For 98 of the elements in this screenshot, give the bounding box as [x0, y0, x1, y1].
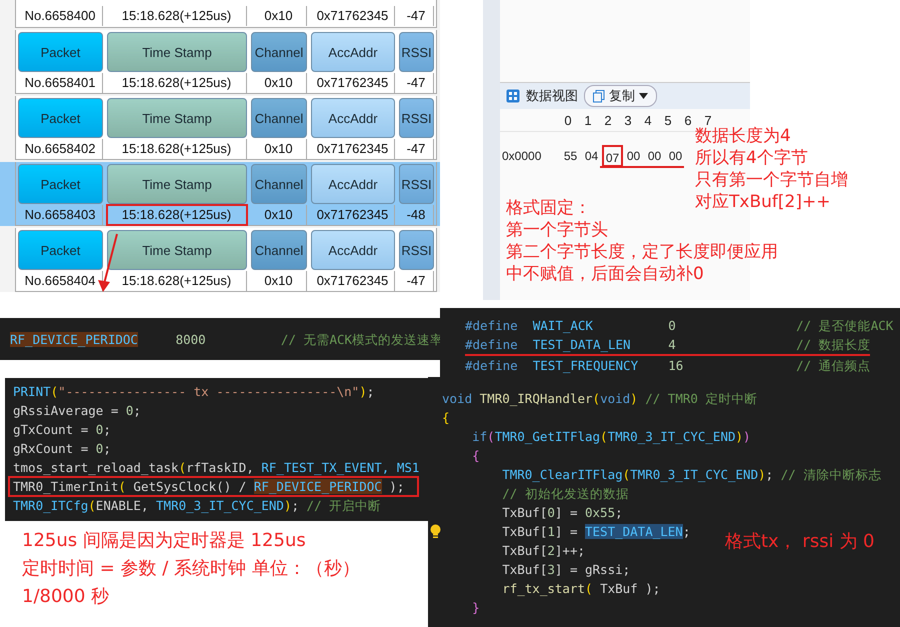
caret-icon [639, 93, 648, 99]
column-header-button[interactable]: AccAddr [311, 32, 395, 72]
annotation-text: 1/8000 秒 [22, 585, 110, 609]
column-header-button[interactable]: Time Stamp [107, 164, 247, 204]
column-header-button[interactable]: Packet [18, 164, 103, 204]
column-header-button[interactable]: RSSI [399, 164, 434, 204]
code-line: { [442, 409, 450, 427]
annotation-text: 125us 间隔是因为定时器是 125us [22, 529, 307, 553]
column-header: 3 [623, 112, 633, 128]
annotation-text: 对应TxBuf[2]++ [695, 191, 830, 213]
table-cell: 15:18.628(+125us) [107, 205, 247, 225]
code-line: TMR0_TimerInit( GetSysClock() / RF_DEVICE_PERIDOC ); [9, 477, 418, 496]
column-header: 6 [683, 112, 693, 128]
annotation-text: 数据长度为4 [695, 125, 791, 147]
table-cell: No.6658401 [18, 73, 103, 93]
annotation-text: 格式固定： [506, 197, 591, 219]
table-cell: No.6658403 [18, 205, 103, 225]
copy-icon [593, 90, 605, 102]
table-cell: 0x10 [251, 205, 307, 225]
annotation-text: 只有第一个字节自增 [695, 169, 848, 191]
byte-cell-text: 55 [562, 148, 578, 165]
column-header: 1 [583, 112, 593, 128]
code-line: gTxCount = 0; [13, 421, 112, 439]
code-line: #define TEST_DATA_LEN 4 // 数据长度 [465, 335, 870, 356]
column-header-button[interactable]: Time Stamp [107, 230, 247, 270]
column-header-button[interactable]: RSSI [399, 32, 434, 72]
table-cell: 15:18.628(+125us) [107, 73, 247, 93]
column-header-button[interactable]: AccAddr [311, 230, 395, 270]
byte-cell-text: 00 [646, 148, 662, 165]
table-cell: -48 [399, 205, 434, 225]
table-cell: 0x71762345 [311, 271, 395, 291]
column-header-button[interactable]: Channel [251, 98, 307, 138]
table-cell: -47 [399, 139, 434, 159]
code-line: #define WAIT_ACK 0 // 是否使能ACK [465, 317, 894, 335]
annotation-text: 第二个字节长度，定了长度即便应用 [506, 241, 778, 263]
code-line: } [471, 599, 480, 617]
table-cell: 0x10 [251, 6, 307, 26]
column-header-button[interactable]: RSSI [399, 98, 434, 138]
table-cell: 15:18.628(+125us) [107, 139, 247, 159]
annotation-text: 所以有4个字节 [695, 147, 808, 169]
byte-cell-text: 04 [584, 148, 600, 165]
code-line: void TMR0_IRQHandler(void) // TMR0 定时中断 [442, 390, 758, 408]
table-cell: No.6658400 [18, 6, 103, 26]
column-header: 4 [643, 112, 653, 128]
column-header-button[interactable]: Time Stamp [107, 32, 247, 72]
code-line: TxBuf[0] = 0x55; [501, 504, 623, 522]
table-cell: 0x71762345 [311, 6, 395, 26]
code-line: TxBuf[2]++; [501, 542, 585, 560]
code-line: TMR0_ClearITFlag(TMR0_3_IT_CYC_END); // 清除中断标志 [501, 466, 882, 484]
copy-button[interactable]: 复制 [584, 85, 657, 107]
column-header-button[interactable]: Channel [251, 230, 307, 270]
byte-cell-text: 00 [626, 148, 642, 165]
annotation-text: 格式tx， rssi 为 0 [725, 531, 874, 553]
column-header: 7 [703, 112, 712, 128]
column-header-button[interactable]: AccAddr [311, 98, 395, 138]
annotation-text: 中不赋值，后面会自动补0 [506, 263, 704, 285]
column-header: 0 [563, 112, 573, 128]
code-line: TxBuf[3] = gRssi; [501, 561, 630, 579]
code-line: TxBuf[1] = TEST_DATA_LEN; [501, 523, 690, 541]
table-cell: 0x10 [251, 271, 307, 291]
column-header-button[interactable]: Channel [251, 32, 307, 72]
code-line: #define TEST_FREQUENCY 16 // 通信频点 [465, 357, 872, 375]
column-header-button[interactable]: Packet [18, 32, 103, 72]
code-line: { [471, 447, 480, 465]
column-header-button[interactable]: AccAddr [311, 164, 395, 204]
table-cell: 0x71762345 [311, 139, 395, 159]
column-header-button[interactable]: RSSI [399, 230, 434, 270]
column-header-button[interactable]: Channel [251, 164, 307, 204]
column-header: 5 [663, 112, 673, 128]
table-cell: 0x10 [251, 73, 307, 93]
table-cell: No.6658402 [18, 139, 103, 159]
column-header-button[interactable]: Time Stamp [107, 98, 247, 138]
table-cell: 0x71762345 [311, 73, 395, 93]
table-cell: -47 [399, 6, 434, 26]
code-line: gRxCount = 0; [13, 440, 112, 458]
table-cell: -47 [399, 271, 434, 291]
table-cell: 0x71762345 [311, 205, 395, 225]
code-line: // 初始化发送的数据 [501, 485, 629, 503]
code-line: gRssiAverage = 0; [13, 402, 142, 420]
annotation-text: 定时时间 = 参数 / 系统时钟 单位：（秒） [22, 557, 361, 581]
address-cell-text: 0x0000 [501, 149, 542, 163]
byte-cell-text: 00 [668, 148, 684, 165]
packet-row[interactable]: Packet Time Stamp Channel AccAddr RSSI No.6658403 15:18.628(+125us) 0x10 0x71762345 -48 [0, 162, 440, 226]
panel-title: 数据视图 [526, 87, 578, 105]
code-line: tmos_start_reload_task(rfTaskID, RF_TEST_TX_EVENT, MS1 [13, 459, 420, 477]
column-header-button[interactable]: Packet [18, 98, 103, 138]
lightbulb-icon[interactable] [430, 524, 440, 539]
code-line: PRINT("---------------- tx ----------------\n"); [13, 383, 376, 401]
table-cell: 0x10 [251, 139, 307, 159]
grid-icon [506, 89, 520, 103]
column-header: 2 [603, 112, 613, 128]
table-cell: -47 [399, 73, 434, 93]
table-cell: 15:18.628(+125us) [107, 6, 247, 26]
code-line: rf_tx_start( TxBuf ); [501, 580, 660, 598]
annotation-text: 第一个字节头 [506, 219, 608, 241]
code-line: TMR0_ITCfg(ENABLE, TMR0_3_IT_CYC_END); // 开启中断 [13, 497, 382, 515]
code-line: if(TMR0_GetITFlag(TMR0_3_IT_CYC_END)) [471, 428, 751, 446]
column-header-button[interactable]: Packet [18, 230, 103, 270]
